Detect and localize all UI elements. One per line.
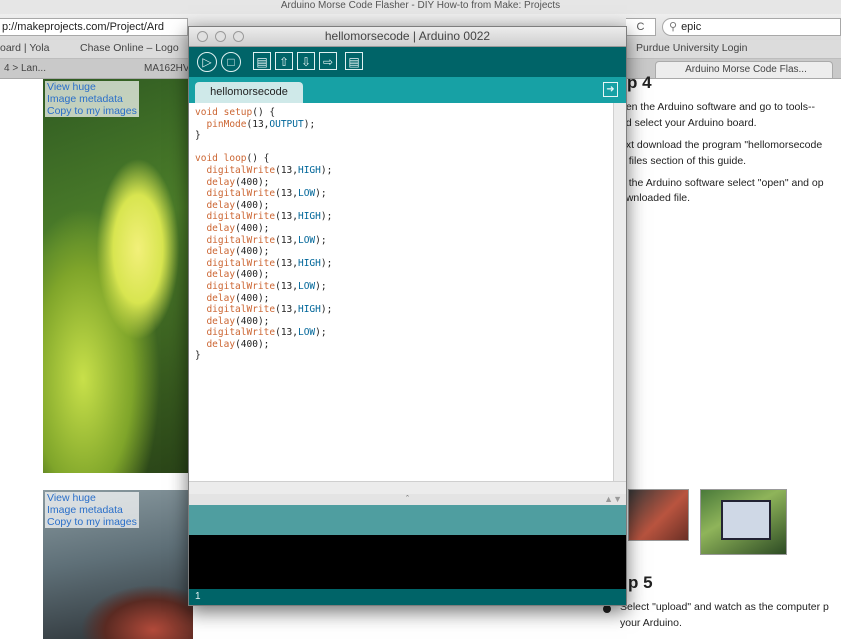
copy-to-images-link[interactable]: Copy to my images xyxy=(47,516,137,528)
code-line: digitalWrite(13,HIGH); xyxy=(206,211,333,223)
ide-titlebar[interactable]: hellomorsecode | Arduino 0022 xyxy=(189,27,626,47)
step4-line: n the Arduino software select "open" and… xyxy=(620,177,824,189)
step-thumbnail[interactable] xyxy=(700,489,787,555)
code-line: digitalWrite(13,LOW); xyxy=(206,188,327,200)
new-icon[interactable]: ▤ xyxy=(253,52,271,70)
bookmark-yola[interactable]: oard | Yola xyxy=(0,42,49,54)
copy-to-images-link[interactable]: Copy to my images xyxy=(47,105,137,117)
step4-line: pen the Arduino software and go to tools… xyxy=(620,101,815,113)
code-line: digitalWrite(13,LOW); xyxy=(206,327,327,339)
arduino-ide-window: hellomorsecode | Arduino 0022 ▷ □ ▤ ⇧ ⇩ … xyxy=(188,26,627,606)
view-huge-link[interactable]: View huge xyxy=(47,81,137,93)
step5-heading: p 5 xyxy=(628,573,653,592)
bullet-icon xyxy=(603,605,611,613)
step5-line: Select "upload" and watch as the compute… xyxy=(620,601,829,613)
code-line: delay(400); xyxy=(206,246,270,258)
open-icon[interactable]: ⇧ xyxy=(275,52,293,70)
code-editor[interactable]: void setup() { pinMode(13,OUTPUT);} void… xyxy=(189,103,613,481)
ide-tabbar: hellomorsecode ➜ xyxy=(189,77,626,103)
browser-tab-2[interactable]: MA162HV xyxy=(140,61,190,78)
code-line: delay(400); xyxy=(206,292,270,304)
step4-line: nd select your Arduino board. xyxy=(620,117,757,129)
bookmark-purdue[interactable]: Purdue University Login xyxy=(636,42,747,54)
ide-console xyxy=(189,535,626,589)
step-thumbnail[interactable] xyxy=(628,489,689,541)
ide-window-title: hellomorsecode | Arduino 0022 xyxy=(324,29,491,43)
code-line: digitalWrite(13,LOW); xyxy=(206,234,327,246)
bookmark-chase[interactable]: Chase Online – Logo xyxy=(80,42,179,54)
code-line: delay(400); xyxy=(206,199,270,211)
step-photo-plant[interactable]: View huge Image metadata Copy to my imag… xyxy=(43,79,193,473)
photo-links: View huge Image metadata Copy to my imag… xyxy=(45,492,139,528)
code-line: void loop() { xyxy=(195,153,270,165)
code-line: pinMode(13,OUTPUT); xyxy=(206,118,316,130)
verify-icon[interactable]: ▷ xyxy=(197,52,217,72)
browser-window-title: Arduino Morse Code Flasher - DIY How-to … xyxy=(0,0,841,14)
search-icon: ⚲ xyxy=(669,21,678,33)
step4-line: ownloaded file. xyxy=(620,192,691,204)
sketch-tab[interactable]: hellomorsecode xyxy=(195,82,303,103)
editor-horizontal-scrollbar[interactable] xyxy=(189,481,626,494)
step-photo-board[interactable]: View huge Image metadata Copy to my imag… xyxy=(43,490,193,639)
upload-icon[interactable]: ⇨ xyxy=(319,52,337,70)
code-line: delay(400); xyxy=(206,338,270,350)
tab-menu-icon[interactable]: ➜ xyxy=(603,82,618,97)
search-value: epic xyxy=(681,21,702,33)
screen-image xyxy=(721,500,771,540)
step4-line: ext download the program "hellomorsecode xyxy=(620,139,823,151)
code-line: digitalWrite(13,HIGH); xyxy=(206,257,333,269)
view-huge-link[interactable]: View huge xyxy=(47,492,137,504)
code-line: digitalWrite(13,HIGH); xyxy=(206,304,333,316)
line-number: 1 xyxy=(189,589,626,605)
code-line: } xyxy=(195,130,201,142)
ide-status-bar xyxy=(189,505,626,535)
save-icon[interactable]: ⇩ xyxy=(297,52,315,70)
code-text: void setup() { pinMode(13,OUTPUT);} void… xyxy=(195,107,332,362)
editor-vertical-scrollbar[interactable] xyxy=(613,103,626,481)
browser-tab-1[interactable]: 4 > Lan... xyxy=(0,61,60,78)
photo-links: View huge Image metadata Copy to my imag… xyxy=(45,81,139,117)
code-line: } xyxy=(195,350,201,362)
search-field[interactable]: ⚲ epic xyxy=(662,18,841,36)
stop-icon[interactable]: □ xyxy=(221,52,241,72)
code-line: delay(400); xyxy=(206,176,270,188)
code-line: delay(400); xyxy=(206,222,270,234)
resize-arrows-icon: ▲▼ xyxy=(604,494,622,504)
address-bar[interactable]: p://makeprojects.com/Project/Ard xyxy=(0,18,188,36)
code-line: digitalWrite(13,HIGH); xyxy=(206,164,333,176)
code-line: delay(400); xyxy=(206,315,270,327)
step4-heading: p 4 xyxy=(627,73,652,92)
split-divider[interactable]: ˆ ▲▼ xyxy=(189,494,626,505)
step4-line: e files section of this guide. xyxy=(620,155,747,167)
browser-tab-active[interactable]: Arduino Morse Code Flas... xyxy=(655,61,833,78)
code-line: void setup() { xyxy=(195,107,276,118)
step5-line: your Arduino. xyxy=(620,617,682,629)
code-line: digitalWrite(13,LOW); xyxy=(206,280,327,292)
serial-monitor-icon[interactable]: ▤ xyxy=(345,52,363,70)
image-metadata-link[interactable]: Image metadata xyxy=(47,504,137,516)
ide-toolbar: ▷ □ ▤ ⇧ ⇩ ⇨ ▤ xyxy=(189,47,626,77)
code-line: delay(400); xyxy=(206,269,270,281)
image-metadata-link[interactable]: Image metadata xyxy=(47,93,137,105)
reload-icon[interactable]: C xyxy=(626,18,656,36)
